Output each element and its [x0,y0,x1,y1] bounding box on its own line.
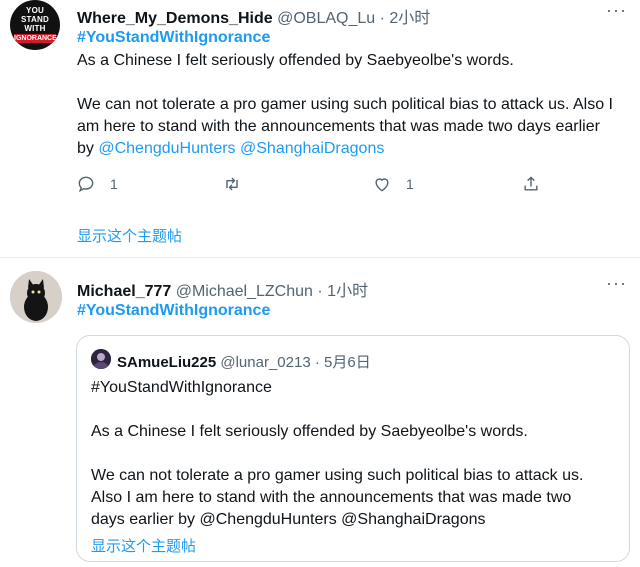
quoted-text-line: days earlier by @ChengduHunters @Shangha… [91,511,486,528]
hashtag-link[interactable]: #YouStandWithIgnorance [77,29,270,47]
text-fragment: by [77,140,99,157]
tweet-header: Where_My_Demons_Hide @OBLAQ_Lu · 2小时 [77,4,430,28]
reply-icon [78,176,94,193]
timestamp: 5月6日 [324,354,371,371]
handle[interactable]: @OBLAQ_Lu [277,10,375,27]
tweet-1[interactable]: YOU STAND WITH IGNORANCE Where_My_Demons… [0,0,640,258]
quoted-tweet[interactable]: SAmueLiu225 @lunar_0213 · 5月6日 #YouStand… [76,335,630,562]
mention-link[interactable]: @ChengduHunters [98,140,235,157]
display-name[interactable]: Michael_777 [77,283,171,300]
retweet-icon [226,177,238,191]
avatar-text: YOU [26,6,44,15]
show-thread-link[interactable]: 显示这个主题帖 [91,535,196,556]
handle[interactable]: @Michael_LZChun [176,283,313,300]
quoted-text-line: We can not tolerate a pro gamer using su… [91,467,584,484]
share-icon [524,176,538,191]
timestamp[interactable]: 1小时 [327,283,368,300]
avatar[interactable]: YOU STAND WITH IGNORANCE [10,0,60,50]
reply-count: 1 [110,176,118,192]
separator: · [379,10,385,27]
display-name: SAmueLiu225 [117,354,217,371]
quoted-header: SAmueLiu225 @lunar_0213 · 5月6日 [117,351,371,372]
avatar-band: IGNORANCE [14,34,57,43]
display-name[interactable]: Where_My_Demons_Hide [77,10,273,27]
avatar [91,349,111,369]
more-icon[interactable]: ··· [606,0,627,21]
cat-avatar-icon [10,271,62,323]
reply-button[interactable]: 1 [76,170,118,198]
divider [0,257,640,258]
avatar-text: STAND [21,15,49,24]
timestamp[interactable]: 2小时 [389,10,430,27]
separator: · [314,354,320,371]
like-count: 1 [406,176,414,192]
mention-link[interactable]: @ShanghaiDragons [240,140,384,157]
tweet-text-line: We can not tolerate a pro gamer using su… [77,96,613,113]
show-thread-link[interactable]: 显示这个主题帖 [77,225,182,246]
tweet-text-line: As a Chinese I felt seriously offended b… [77,52,514,69]
share-button[interactable] [521,170,541,198]
like-button[interactable]: 1 [372,170,414,198]
tweet-actions: 1 1 [76,170,546,198]
more-icon[interactable]: ··· [606,273,627,294]
quoted-hashtag: #YouStandWithIgnorance [91,379,272,396]
avatar-image-icon [91,349,111,369]
hashtag-link[interactable]: #YouStandWithIgnorance [77,302,270,320]
like-icon [375,178,389,192]
tweet-text-line: by @ChengduHunters @ShanghaiDragons [77,138,384,160]
avatar[interactable] [10,271,62,323]
quoted-text-line: Also I am here to stand with the announc… [91,489,572,506]
tweet-text-line: am here to stand with the announcements … [77,118,600,135]
retweet-button[interactable] [222,170,242,198]
tweet-header: Michael_777 @Michael_LZChun · 1小时 [77,277,368,301]
quoted-text-line: As a Chinese I felt seriously offended b… [91,423,528,440]
avatar-text: WITH [24,24,46,33]
separator: · [317,283,323,300]
handle: @lunar_0213 [220,354,311,371]
